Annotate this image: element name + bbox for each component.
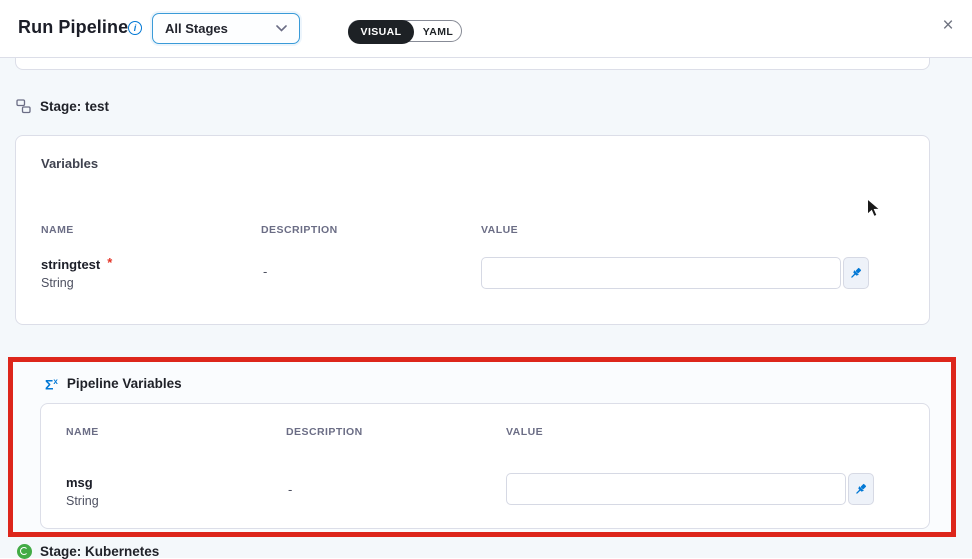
required-asterisk: * xyxy=(107,255,112,270)
column-header-description: DESCRIPTION xyxy=(286,426,363,438)
pipeline-variables-card: NAME DESCRIPTION VALUE msg String - xyxy=(40,403,930,529)
pin-icon xyxy=(849,266,863,280)
column-header-value: VALUE xyxy=(481,224,518,236)
variable-name: stringtest* xyxy=(41,257,112,272)
sigma-variables-icon: Σx xyxy=(45,375,58,392)
run-pipeline-header: Run Pipeline i All Stages VISUAL YAML × xyxy=(0,0,972,58)
scrolled-card-bottom-edge xyxy=(15,58,930,70)
stage-kubernetes-heading: Stage: Kubernetes xyxy=(17,544,159,559)
toggle-yaml-button[interactable]: YAML xyxy=(415,21,461,43)
msg-value-input[interactable] xyxy=(506,473,846,505)
variable-description: - xyxy=(263,264,267,279)
pipeline-variables-highlight: Σx Pipeline Variables NAME DESCRIPTION V… xyxy=(8,357,956,537)
pipeline-variables-heading: Σx Pipeline Variables xyxy=(45,375,182,392)
column-header-name: NAME xyxy=(66,426,99,438)
stage-variables-card: Variables NAME DESCRIPTION VALUE stringt… xyxy=(15,135,930,325)
toggle-visual-button[interactable]: VISUAL xyxy=(348,20,414,44)
stage-selector-dropdown[interactable]: All Stages xyxy=(152,13,300,44)
stage-kubernetes-label: Stage: Kubernetes xyxy=(40,544,159,559)
stage-selector-value: All Stages xyxy=(165,21,228,36)
column-header-name: NAME xyxy=(41,224,74,236)
info-icon[interactable]: i xyxy=(128,21,142,35)
input-type-selector-button[interactable] xyxy=(843,257,869,289)
close-icon[interactable]: × xyxy=(937,15,959,37)
variable-name: msg xyxy=(66,475,93,490)
variable-type: String xyxy=(41,276,74,290)
chevron-down-icon xyxy=(276,25,287,32)
stage-test-label: Stage: test xyxy=(40,99,109,114)
stage-icon xyxy=(16,99,31,114)
input-type-selector-button[interactable] xyxy=(848,473,874,505)
value-input-group xyxy=(481,257,869,289)
variable-type: String xyxy=(66,494,99,508)
variable-description: - xyxy=(288,482,292,497)
page-title: Run Pipeline xyxy=(18,17,128,38)
pin-icon xyxy=(854,482,868,496)
visual-yaml-toggle: VISUAL YAML xyxy=(348,20,462,42)
column-header-description: DESCRIPTION xyxy=(261,224,338,236)
stage-status-icon xyxy=(17,544,32,559)
stringtest-value-input[interactable] xyxy=(481,257,841,289)
pipeline-variables-title: Pipeline Variables xyxy=(67,376,182,391)
stage-test-heading: Stage: test xyxy=(16,98,109,114)
variables-card-title: Variables xyxy=(41,156,98,171)
column-header-value: VALUE xyxy=(506,426,543,438)
run-pipeline-form-scroll-area: Stage: test Variables NAME DESCRIPTION V… xyxy=(0,58,972,558)
value-input-group xyxy=(506,473,874,505)
